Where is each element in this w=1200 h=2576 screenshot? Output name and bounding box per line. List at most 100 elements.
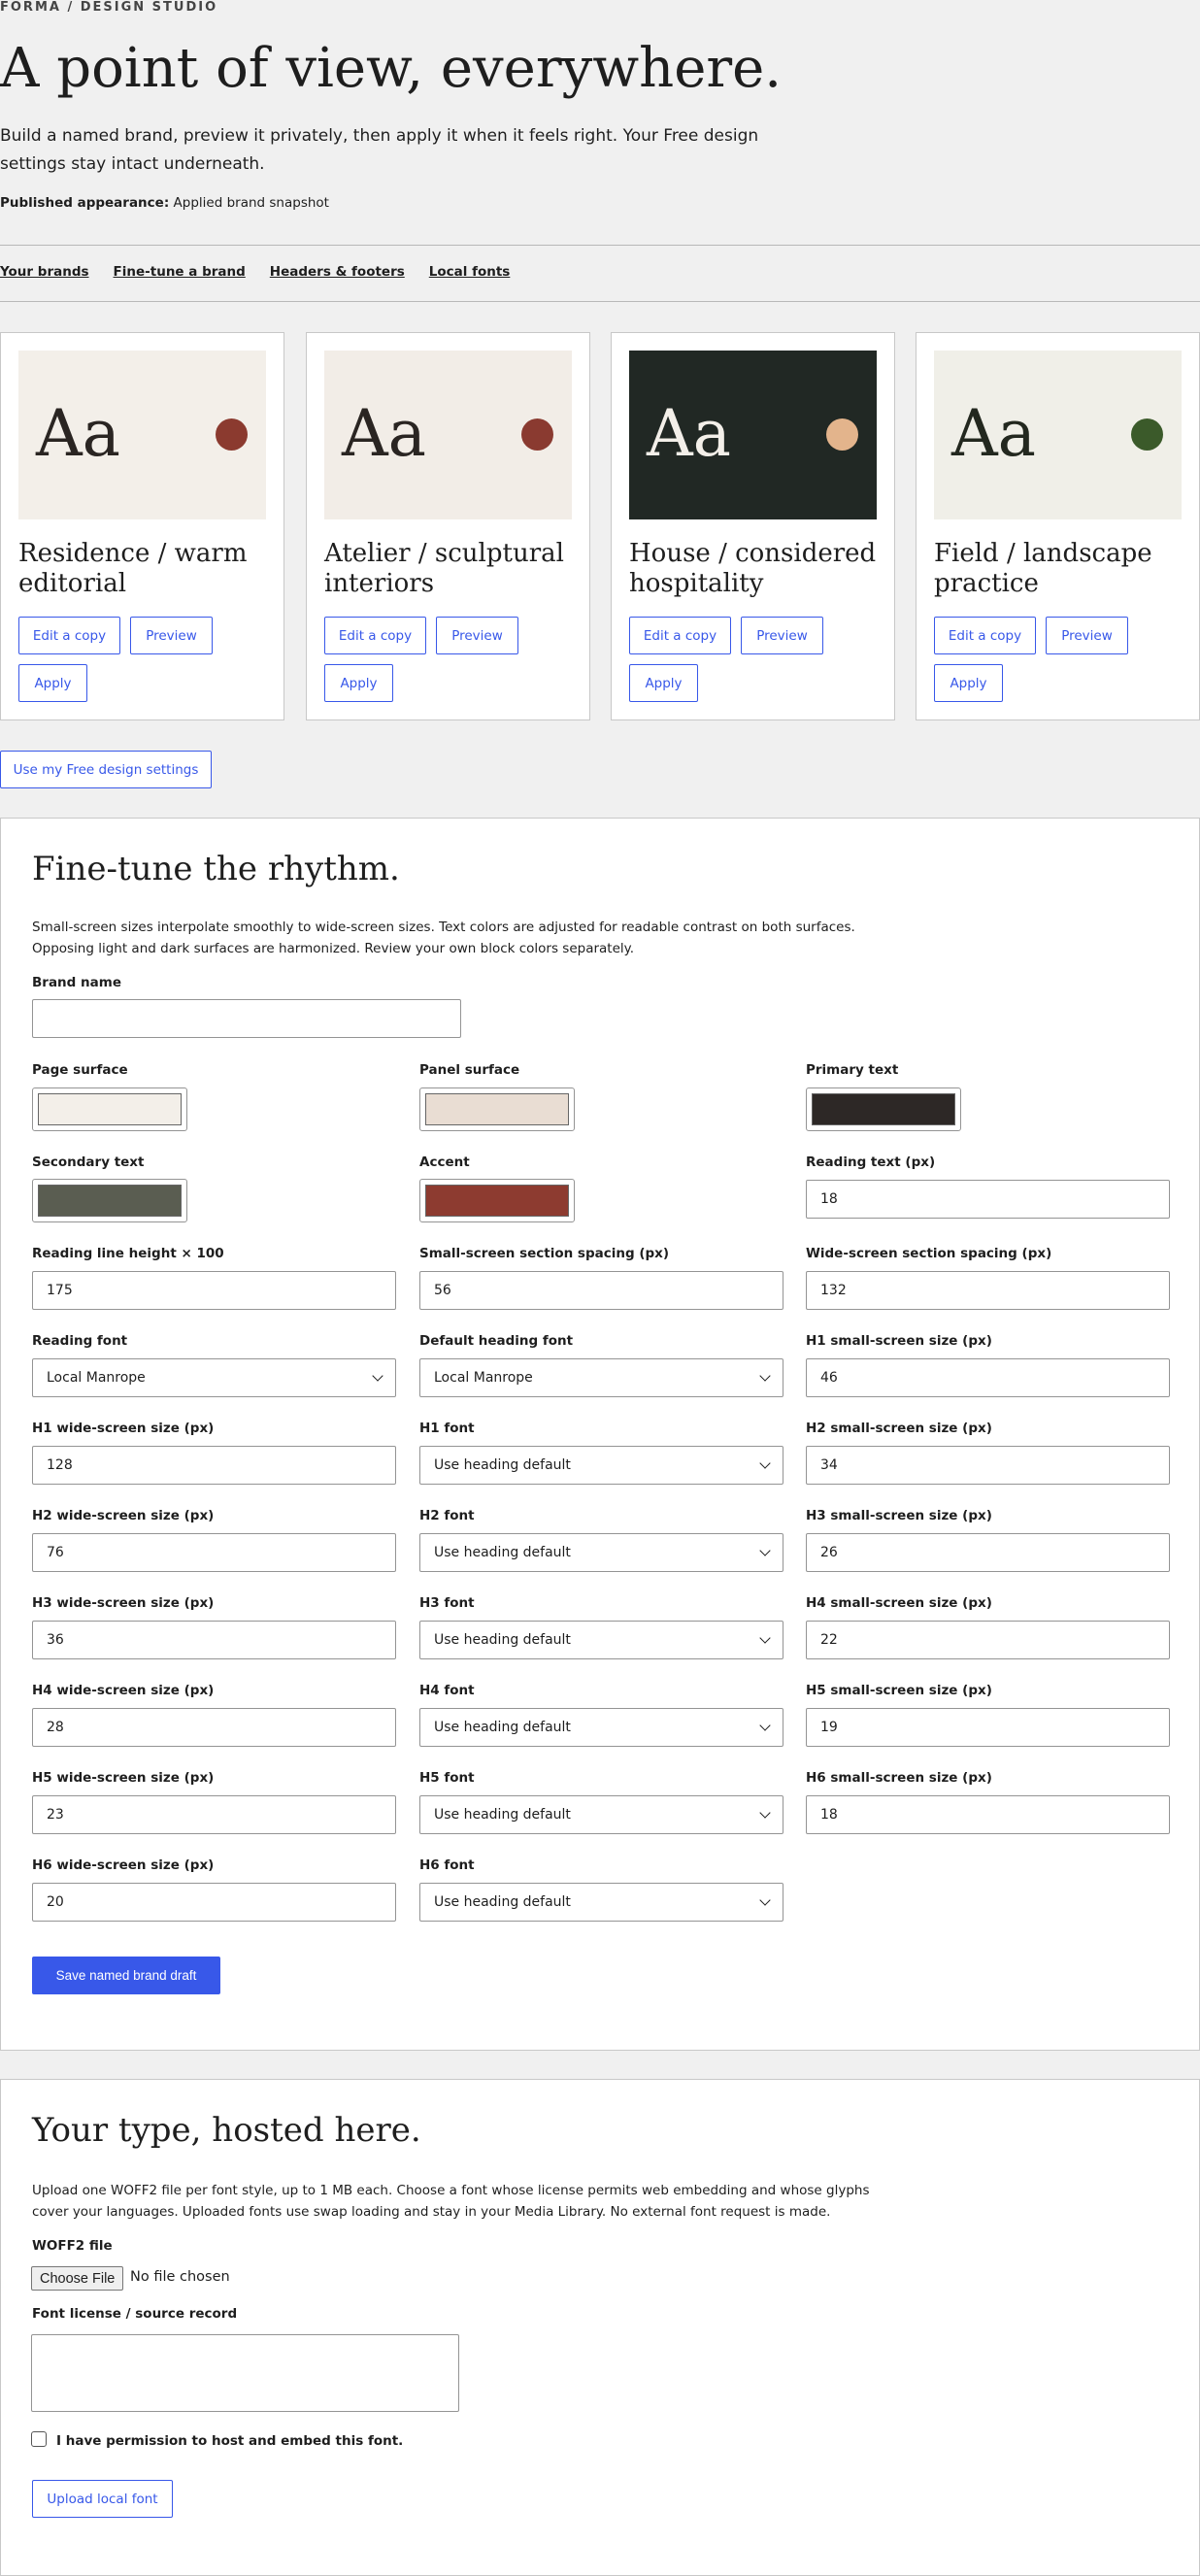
heading-font-select[interactable]: Local Manrope — [419, 1358, 783, 1397]
chevron-down-icon — [759, 1720, 771, 1731]
brand-card-residence: Aa Residence / warm editorial Edit a cop… — [0, 332, 284, 720]
h5-font-select[interactable]: Use heading default — [419, 1795, 783, 1834]
color-swatch — [812, 1093, 955, 1125]
accent-color-picker[interactable] — [419, 1179, 575, 1222]
apply-button[interactable]: Apply — [629, 664, 698, 702]
preview-button[interactable]: Preview — [741, 617, 823, 654]
heading-font-label: Default heading font — [419, 1333, 574, 1349]
eyebrow: FORMA / DESIGN STUDIO — [0, 0, 218, 15]
h6-font-label: H6 font — [419, 1857, 475, 1873]
select-value: Local Manrope — [47, 1370, 146, 1386]
chevron-down-icon — [759, 1370, 771, 1382]
line-height-input[interactable]: 175 — [32, 1271, 396, 1310]
h1-wide-input[interactable]: 128 — [32, 1446, 396, 1485]
preview-button[interactable]: Preview — [130, 617, 213, 654]
font-license-textarea[interactable] — [31, 2334, 459, 2412]
upload-local-font-button[interactable]: Upload local font — [32, 2480, 173, 2518]
published-value: Applied brand snapshot — [173, 195, 329, 211]
apply-button[interactable]: Apply — [18, 664, 87, 702]
h5-font-label: H5 font — [419, 1770, 475, 1786]
edit-copy-button[interactable]: Edit a copy — [629, 617, 731, 654]
use-free-settings-button[interactable]: Use my Free design settings — [0, 751, 212, 788]
h3-wide-label: H3 wide-screen size (px) — [32, 1595, 215, 1611]
apply-button[interactable]: Apply — [934, 664, 1003, 702]
chevron-down-icon — [759, 1545, 771, 1556]
h5-wide-input[interactable]: 23 — [32, 1795, 396, 1834]
fine-tune-title: Fine-tune the rhythm. — [32, 850, 400, 888]
h5-small-input[interactable]: 19 — [806, 1708, 1170, 1747]
h6-small-input[interactable]: 18 — [806, 1795, 1170, 1834]
h6-wide-input[interactable]: 20 — [32, 1883, 396, 1922]
nav-your-brands[interactable]: Your brands — [0, 264, 89, 280]
brand-name: Residence / warm editorial — [18, 539, 248, 598]
section-nav: Your brands Fine-tune a brand Headers & … — [0, 264, 510, 280]
divider — [0, 245, 1200, 246]
choose-file-button[interactable]: Choose File — [31, 2266, 124, 2291]
h2-small-input[interactable]: 34 — [806, 1446, 1170, 1485]
h4-wide-input[interactable]: 28 — [32, 1708, 396, 1747]
select-value: Use heading default — [434, 1807, 571, 1823]
brand-name-input[interactable] — [32, 999, 461, 1038]
edit-copy-button[interactable]: Edit a copy — [324, 617, 426, 654]
accent-label: Accent — [419, 1154, 470, 1170]
page-description: Build a named brand, preview it privatel… — [0, 126, 759, 174]
brand-name: House / considered hospitality — [629, 539, 877, 598]
reading-font-select[interactable]: Local Manrope — [32, 1358, 396, 1397]
edit-copy-button[interactable]: Edit a copy — [934, 617, 1036, 654]
color-swatch — [38, 1185, 182, 1217]
nav-local-fonts[interactable]: Local fonts — [429, 264, 511, 280]
brand-preview-swatch[interactable]: Aa — [324, 351, 572, 519]
brand-preview-swatch[interactable]: Aa — [629, 351, 877, 519]
select-value: Use heading default — [434, 1894, 571, 1910]
secondary-text-color-picker[interactable] — [32, 1179, 187, 1222]
edit-copy-button[interactable]: Edit a copy — [18, 617, 120, 654]
color-swatch — [38, 1093, 182, 1125]
chevron-down-icon — [759, 1632, 771, 1644]
brand-preview-swatch[interactable]: Aa — [18, 351, 266, 519]
apply-button[interactable]: Apply — [324, 664, 393, 702]
h2-wide-input[interactable]: 76 — [32, 1533, 396, 1572]
brand-name: Atelier / sculptural interiors — [324, 539, 564, 598]
primary-text-label: Primary text — [806, 1062, 899, 1078]
h4-small-input[interactable]: 22 — [806, 1621, 1170, 1659]
h3-small-input[interactable]: 26 — [806, 1533, 1170, 1572]
h3-wide-input[interactable]: 36 — [32, 1621, 396, 1659]
h4-wide-label: H4 wide-screen size (px) — [32, 1683, 215, 1698]
fine-tune-panel: Fine-tune the rhythm. Small-screen sizes… — [0, 818, 1200, 2051]
select-value: Use heading default — [434, 1720, 571, 1735]
h1-small-input[interactable]: 46 — [806, 1358, 1170, 1397]
preview-button[interactable]: Preview — [436, 617, 518, 654]
file-status: No file chosen — [130, 2269, 230, 2285]
select-value: Use heading default — [434, 1457, 571, 1473]
brand-preview-swatch[interactable]: Aa — [934, 351, 1182, 519]
preview-button[interactable]: Preview — [1046, 617, 1128, 654]
h6-font-select[interactable]: Use heading default — [419, 1883, 783, 1922]
reading-text-label: Reading text (px) — [806, 1154, 936, 1170]
h4-font-select[interactable]: Use heading default — [419, 1708, 783, 1747]
panel-surface-label: Panel surface — [419, 1062, 520, 1078]
page-surface-label: Page surface — [32, 1062, 128, 1078]
h2-font-select[interactable]: Use heading default — [419, 1533, 783, 1572]
chevron-down-icon — [759, 1894, 771, 1906]
permission-checkbox[interactable] — [31, 2431, 47, 2447]
nav-headers-footers[interactable]: Headers & footers — [270, 264, 405, 280]
h1-font-select[interactable]: Use heading default — [419, 1446, 783, 1485]
h5-wide-label: H5 wide-screen size (px) — [32, 1770, 215, 1786]
h1-font-label: H1 font — [419, 1421, 475, 1436]
save-brand-draft-button[interactable]: Save named brand draft — [32, 1957, 220, 1994]
reading-text-input[interactable]: 18 — [806, 1180, 1170, 1219]
h3-font-select[interactable]: Use heading default — [419, 1621, 783, 1659]
wide-spacing-input[interactable]: 132 — [806, 1271, 1170, 1310]
panel-surface-color-picker[interactable] — [419, 1087, 575, 1131]
type-sample: Aa — [342, 396, 427, 471]
type-sample: Aa — [647, 396, 732, 471]
page-surface-color-picker[interactable] — [32, 1087, 187, 1131]
h4-small-label: H4 small-screen size (px) — [806, 1595, 992, 1611]
primary-text-color-picker[interactable] — [806, 1087, 961, 1131]
type-sample: Aa — [951, 396, 1037, 471]
accent-dot — [826, 418, 858, 451]
nav-fine-tune[interactable]: Fine-tune a brand — [114, 264, 246, 280]
h4-font-label: H4 font — [419, 1683, 475, 1698]
small-spacing-input[interactable]: 56 — [419, 1271, 783, 1310]
woff2-file-label: WOFF2 file — [32, 2238, 113, 2254]
